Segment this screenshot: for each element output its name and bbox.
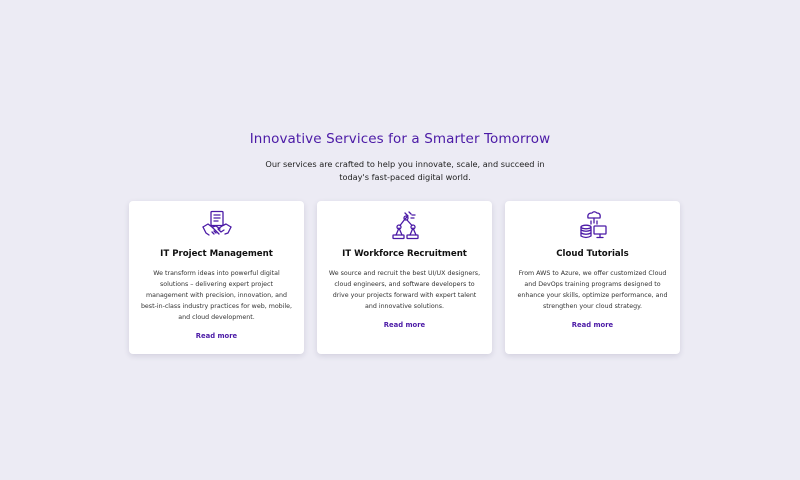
services-section: Innovative Services for a Smarter Tomorr…: [0, 0, 800, 480]
card-title: IT Project Management: [160, 249, 273, 259]
read-more-link[interactable]: Read more: [572, 321, 613, 329]
service-card-cloud-tutorials: Cloud Tutorials From AWS to Azure, we of…: [505, 201, 680, 354]
read-more-link[interactable]: Read more: [196, 332, 237, 340]
read-more-link[interactable]: Read more: [384, 321, 425, 329]
service-card-it-project-management: IT Project Management We transform ideas…: [129, 201, 304, 354]
card-description: We source and recruit the best UI/UX des…: [328, 270, 481, 310]
card-description: From AWS to Azure, we offer customized C…: [517, 270, 668, 310]
section-title: Innovative Services for a Smarter Tomorr…: [249, 131, 551, 147]
robot-arm-icon: [391, 211, 419, 240]
cloud-network-icon: [579, 211, 607, 239]
service-card-it-workforce-recruitment: IT Workforce Recruitment We source and r…: [317, 201, 492, 354]
section-subtitle: Our services are crafted to help you inn…: [265, 159, 545, 182]
card-description: We transform ideas into powerful digital…: [140, 270, 293, 321]
card-title: IT Workforce Recruitment: [342, 249, 467, 259]
services-cards: IT Project Management We transform ideas…: [129, 201, 681, 354]
card-title: Cloud Tutorials: [556, 249, 629, 259]
handshake-icon: [201, 210, 232, 236]
